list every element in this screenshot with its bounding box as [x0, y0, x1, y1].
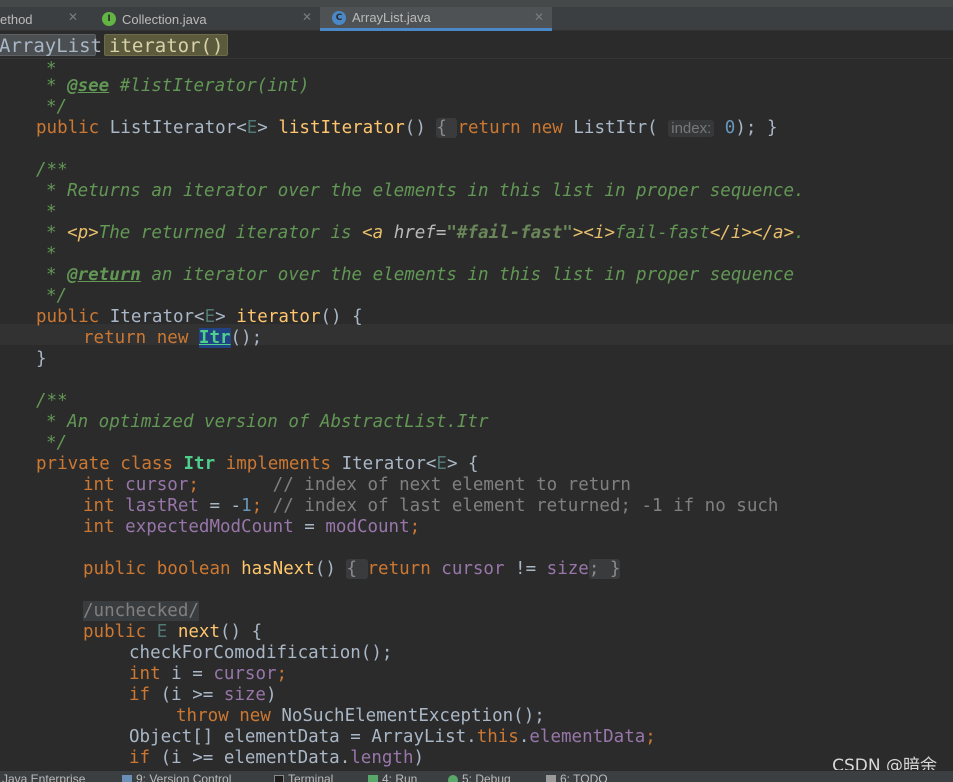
- code-line: /unchecked/: [83, 601, 199, 622]
- code-line: public Iterator<E> iterator() {: [36, 307, 363, 327]
- close-icon[interactable]: ✕: [534, 10, 544, 24]
- tab-label: ethod: [0, 11, 33, 27]
- close-icon[interactable]: ✕: [302, 10, 312, 24]
- selected-identifier: Itr: [198, 328, 231, 348]
- class-icon: C: [332, 10, 346, 25]
- title-strip: [0, 0, 953, 7]
- code-line: private class Itr implements Iterator<E>…: [36, 454, 479, 474]
- code-line: */: [46, 286, 68, 306]
- tool-window-bar: Java Enterprise 9: Version Control Termi…: [0, 770, 953, 782]
- tool-debug[interactable]: 5: Debug: [448, 772, 511, 782]
- code-line: return new Itr();: [83, 328, 263, 348]
- code-line: int lastRet = -1; // index of last eleme…: [83, 496, 779, 516]
- todo-icon: [546, 774, 556, 782]
- interface-icon: I: [102, 12, 116, 26]
- tab-label: Collection.java: [122, 11, 207, 27]
- code-line: throw new NoSuchElementException();: [176, 706, 545, 726]
- code-line: /**: [36, 160, 68, 180]
- code-line: *: [46, 244, 57, 264]
- code-line: /**: [36, 391, 68, 411]
- code-line: int expectedModCount = modCount;: [83, 517, 421, 537]
- code-line: * @return an iterator over the elements …: [46, 265, 795, 285]
- code-line: * <p>The returned iterator is <a href="#…: [46, 223, 805, 243]
- tool-java-enterprise[interactable]: Java Enterprise: [2, 772, 85, 782]
- code-line: if (i >= elementData.length): [129, 748, 425, 768]
- code-line: Object[] elementData = ArrayList.this.el…: [129, 727, 656, 747]
- code-line: * @see #listIterator(int): [46, 76, 310, 96]
- code-line: * An optimized version of AbstractList.I…: [46, 412, 489, 432]
- code-line: int cursor; // index of next element to …: [83, 475, 631, 495]
- close-icon[interactable]: ✕: [68, 10, 78, 24]
- terminal-icon: [274, 774, 284, 782]
- tab-collection-java[interactable]: I Collection.java ✕: [100, 7, 320, 31]
- tool-version-control[interactable]: 9: Version Control: [122, 772, 231, 782]
- run-icon: [368, 774, 378, 782]
- code-line: if (i >= size): [129, 685, 277, 705]
- tool-terminal[interactable]: Terminal: [274, 772, 333, 782]
- tool-todo[interactable]: 6: TODO: [546, 772, 608, 782]
- tab-label: ArrayList.java: [352, 10, 431, 25]
- vcs-icon: [122, 774, 132, 782]
- editor-tab-bar: ethod ✕ I Collection.java ✕ C ArrayList.…: [0, 0, 953, 31]
- code-line: checkForComodification();: [129, 643, 393, 663]
- code-line: */: [46, 97, 68, 117]
- tool-run[interactable]: 4: Run: [368, 772, 417, 782]
- tab-arraylist-java[interactable]: C ArrayList.java ✕: [320, 7, 552, 31]
- tab-method[interactable]: ethod ✕: [0, 7, 88, 31]
- code-line: }: [36, 349, 47, 369]
- breadcrumb: ArrayList iterator(): [0, 31, 953, 59]
- code-line: */: [46, 433, 68, 453]
- code-line: public boolean hasNext() { return cursor…: [83, 559, 621, 579]
- code-line: public E next() {: [83, 622, 263, 642]
- code-line: int i = cursor;: [129, 664, 288, 684]
- code-line: * Returns an iterator over the elements …: [46, 181, 805, 201]
- parameter-hint: index:: [668, 120, 715, 137]
- code-editor[interactable]: * * @see #listIterator(int) */ public Li…: [0, 59, 953, 770]
- breadcrumb-method[interactable]: iterator(): [104, 34, 228, 57]
- breadcrumb-class[interactable]: ArrayList: [0, 34, 102, 57]
- code-line: *: [46, 202, 57, 222]
- folded-annotation: /unchecked/: [83, 601, 199, 621]
- debug-icon: [448, 774, 458, 782]
- code-line: public ListIterator<E> listIterator() { …: [36, 118, 778, 138]
